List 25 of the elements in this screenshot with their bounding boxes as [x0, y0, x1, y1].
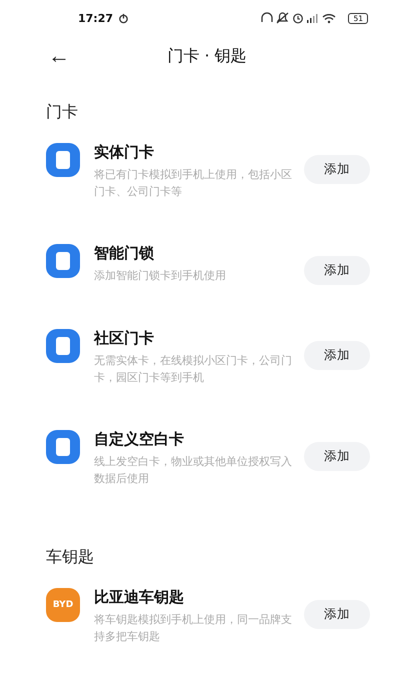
- item-description: 线上发空白卡，物业或其他单位授权写入数据后使用: [94, 454, 293, 487]
- item-title: 智能门锁: [94, 244, 155, 263]
- card-icon: [46, 244, 80, 278]
- item-description: 将已有门卡模拟到手机上使用，包括小区门卡、公司门卡等: [94, 167, 293, 200]
- card-icon: [46, 430, 80, 464]
- item-description: 将车钥匙模拟到手机上使用，同一品牌支持多把车钥匙: [94, 612, 293, 645]
- item-title: 实体门卡: [94, 143, 155, 162]
- card-icon: [46, 329, 80, 363]
- add-button[interactable]: 添加: [304, 442, 370, 471]
- card-icon: [46, 143, 80, 177]
- add-button[interactable]: 添加: [304, 600, 370, 629]
- add-button[interactable]: 添加: [304, 155, 370, 184]
- brand-logo: BYD: [46, 588, 80, 622]
- item-title: 社区门卡: [94, 329, 155, 348]
- item-description: 添加智能门锁卡到手机使用: [94, 268, 227, 284]
- item-title: 比亚迪车钥匙: [94, 588, 185, 607]
- item-description: 无需实体卡，在线模拟小区门卡，公司门卡，园区门卡等到手机: [94, 353, 293, 386]
- status-time: 17:27: [78, 12, 114, 24]
- section-title: 门卡: [45, 101, 79, 123]
- add-button[interactable]: 添加: [304, 256, 370, 285]
- back-button[interactable]: ←: [48, 45, 70, 67]
- page-title: 门卡 · 钥匙: [167, 46, 247, 66]
- item-title: 自定义空白卡: [94, 430, 185, 449]
- section-title: 车钥匙: [45, 546, 95, 568]
- add-button[interactable]: 添加: [304, 341, 370, 370]
